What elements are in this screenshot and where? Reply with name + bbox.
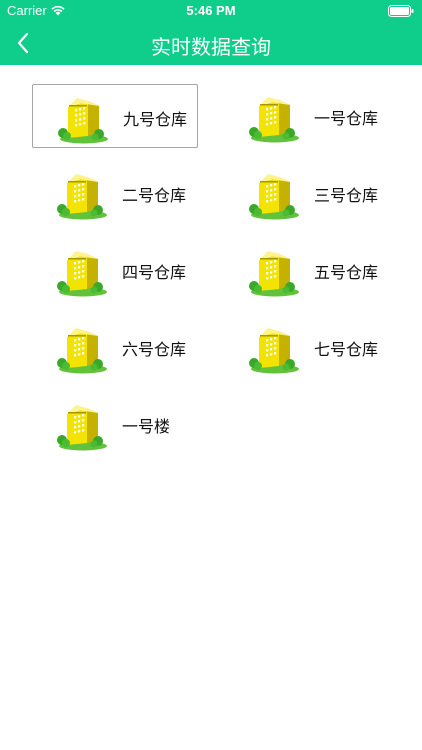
building-icon <box>58 98 108 144</box>
warehouse-label: 七号仓库 <box>314 340 379 359</box>
warehouse-item-building-1[interactable]: 一号楼 <box>32 392 198 456</box>
warehouse-item-5[interactable]: 五号仓库 <box>224 238 390 302</box>
warehouse-item-4[interactable]: 四号仓库 <box>32 238 198 302</box>
building-icon <box>249 328 299 374</box>
warehouse-label: 一号仓库 <box>314 109 379 128</box>
warehouse-label: 六号仓库 <box>122 340 187 359</box>
building-icon <box>249 174 299 220</box>
building-icon <box>57 328 107 374</box>
battery-icon <box>388 5 414 17</box>
building-icon <box>57 251 107 297</box>
warehouse-label: 五号仓库 <box>314 263 379 282</box>
page-title: 实时数据查询 <box>151 35 271 59</box>
warehouse-item-3[interactable]: 三号仓库 <box>224 161 390 225</box>
status-bar: Carrier 5:46 PM <box>0 0 422 22</box>
header: Carrier 5:46 PM 实时数据查询 <box>0 0 422 65</box>
building-icon <box>249 251 299 297</box>
warehouse-label: 四号仓库 <box>122 263 187 282</box>
warehouse-item-7[interactable]: 七号仓库 <box>224 315 390 379</box>
warehouse-item-9[interactable]: 九号仓库 <box>32 84 198 148</box>
warehouse-item-1[interactable]: 一号仓库 <box>224 84 390 148</box>
building-icon <box>57 174 107 220</box>
warehouse-label: 二号仓库 <box>122 186 187 205</box>
warehouse-label: 九号仓库 <box>123 110 188 129</box>
warehouse-label: 一号楼 <box>122 417 171 436</box>
building-icon <box>57 405 107 451</box>
warehouse-label: 三号仓库 <box>314 186 379 205</box>
nav-bar: 实时数据查询 <box>0 22 422 65</box>
warehouse-item-6[interactable]: 六号仓库 <box>32 315 198 379</box>
warehouse-item-2[interactable]: 二号仓库 <box>32 161 198 225</box>
building-icon <box>249 97 299 143</box>
status-time: 5:46 PM <box>186 3 236 18</box>
